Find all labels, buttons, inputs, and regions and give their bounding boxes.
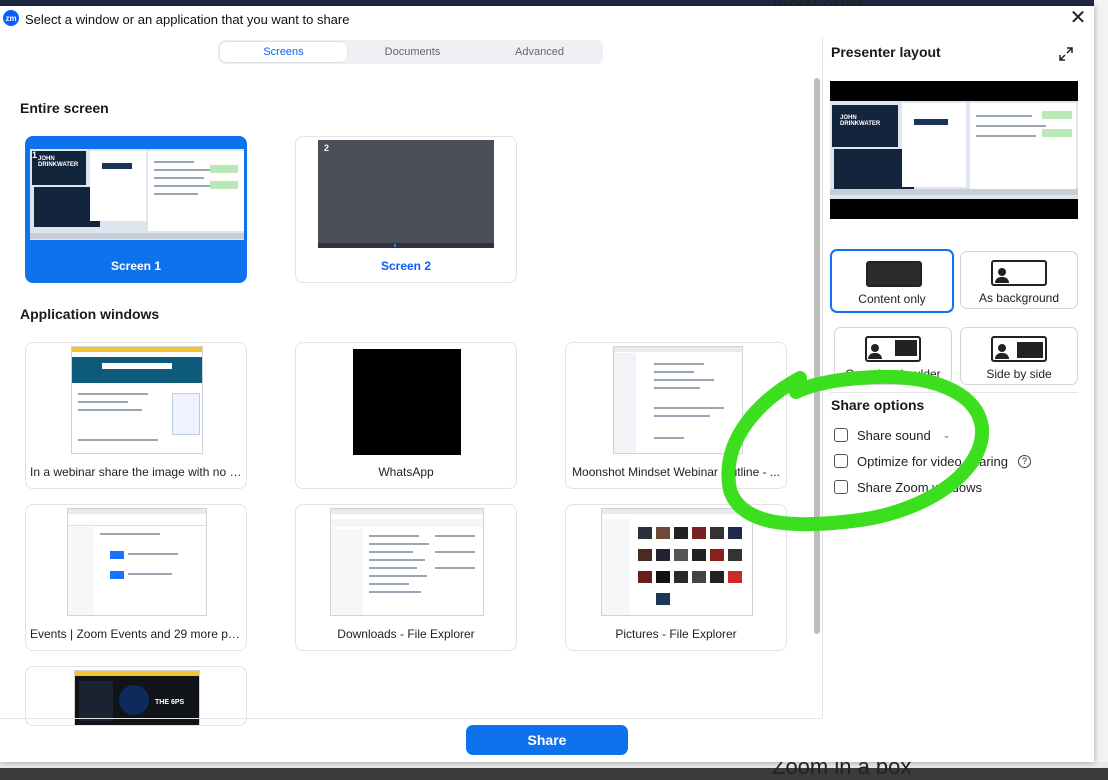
app-window-card[interactable]: WhatsApp (295, 342, 517, 489)
as-background-icon (991, 260, 1047, 286)
chevron-down-icon[interactable]: ⌄ (943, 430, 951, 441)
app-window-label: Events | Zoom Events and 29 more pag... (30, 627, 242, 641)
title-bar: zm Select a window or an application tha… (0, 6, 1094, 32)
source-tabs: Screens Documents Advanced (218, 40, 603, 64)
app-window-card[interactable]: Pictures - File Explorer (565, 504, 787, 651)
panel-divider (822, 38, 823, 718)
app-window-card[interactable]: Events | Zoom Events and 29 more pag... (25, 504, 247, 651)
dialog-footer (0, 718, 822, 763)
screen-2-label: Screen 2 (380, 259, 432, 273)
share-button[interactable]: Share (466, 725, 628, 755)
optimize-video-option[interactable]: Optimize for video sharing ? (834, 452, 1032, 470)
tab-advanced[interactable]: Advanced (476, 40, 603, 64)
app-window-thumbnail (601, 508, 753, 616)
zoom-logo-icon: zm (3, 10, 19, 26)
layout-side-by-side[interactable]: Side by side (960, 327, 1078, 385)
side-by-side-icon (991, 336, 1047, 362)
preview-thumb-text: JOHN DRINKWATER (840, 115, 881, 127)
layout-label: Content only (858, 292, 926, 306)
app-window-label: In a webinar share the image with no a..… (30, 465, 242, 479)
share-zoom-windows-checkbox[interactable] (834, 480, 848, 494)
dialog-title: Select a window or an application that y… (25, 12, 350, 27)
presenter-preview: JOHN DRINKWATER (830, 81, 1078, 219)
app-window-label: Moonshot Mindset Webinar Outline - ... (572, 465, 780, 479)
optimize-video-label: Optimize for video sharing (857, 453, 1009, 469)
expand-icon[interactable] (1058, 46, 1074, 62)
app-window-card[interactable]: Downloads - File Explorer (295, 504, 517, 651)
layout-content-only[interactable]: Content only (830, 249, 954, 313)
screen-1-label: Screen 1 (110, 259, 162, 273)
share-sound-checkbox[interactable] (834, 428, 848, 442)
entire-screen-heading: Entire screen (20, 100, 109, 116)
app-window-label: WhatsApp (378, 465, 434, 479)
share-sound-label: Share sound (857, 427, 931, 443)
share-zoom-windows-label: Share Zoom windows (857, 479, 982, 495)
layout-over-the-shoulder[interactable]: Over the shoulder (834, 327, 952, 385)
over-the-shoulder-icon (865, 336, 921, 362)
screen-1-number: 1 (32, 150, 38, 160)
optimize-video-checkbox[interactable] (834, 454, 848, 468)
presenter-layout-title: Presenter layout (831, 44, 941, 60)
app-window-thumbnail (353, 349, 461, 455)
app-window-thumbnail (67, 508, 207, 616)
share-options-heading: Share options (831, 397, 925, 413)
app-window-card[interactable]: In a webinar share the image with no a..… (25, 342, 247, 489)
layout-label: Over the shoulder (845, 367, 941, 381)
panel-separator (830, 392, 1078, 393)
screen-2-thumbnail (318, 140, 494, 248)
background-app-right (1094, 0, 1108, 768)
app-window-label: Pictures - File Explorer (615, 627, 737, 641)
app-window-label: Downloads - File Explorer (337, 627, 475, 641)
app-window-thumbnail (71, 346, 203, 454)
screen-card-1[interactable]: 1 JOHN DRINKWATER Screen 1 (25, 136, 247, 283)
screen-1-thumb-text: JOHN DRINKWATER (38, 156, 79, 168)
thumbnails-scrollbar[interactable] (814, 78, 820, 634)
share-zoom-windows-option[interactable]: Share Zoom windows (834, 478, 982, 496)
app-window-card[interactable]: Moonshot Mindset Webinar Outline - ... (565, 342, 787, 489)
layout-label: Side by side (986, 367, 1052, 381)
share-screen-dialog: zm Select a window or an application tha… (0, 6, 1094, 762)
screen-card-2[interactable]: 2 Screen 2 (295, 136, 517, 283)
content-only-icon (866, 261, 922, 287)
app-window-card[interactable]: THE 6PS (25, 666, 247, 726)
layout-as-background[interactable]: As background (960, 251, 1078, 309)
close-button[interactable]: ✕ (1068, 8, 1088, 28)
tab-documents[interactable]: Documents (349, 40, 476, 64)
layout-label: As background (978, 291, 1060, 305)
app-window-thumbnail (330, 508, 484, 616)
tab-screens[interactable]: Screens (219, 41, 348, 63)
share-sound-option[interactable]: Share sound ⌄ (834, 426, 950, 444)
screen-2-number: 2 (324, 143, 330, 153)
application-windows-heading: Application windows (20, 306, 160, 322)
help-icon[interactable]: ? (1018, 454, 1032, 468)
app-window-thumbnail (613, 346, 743, 454)
